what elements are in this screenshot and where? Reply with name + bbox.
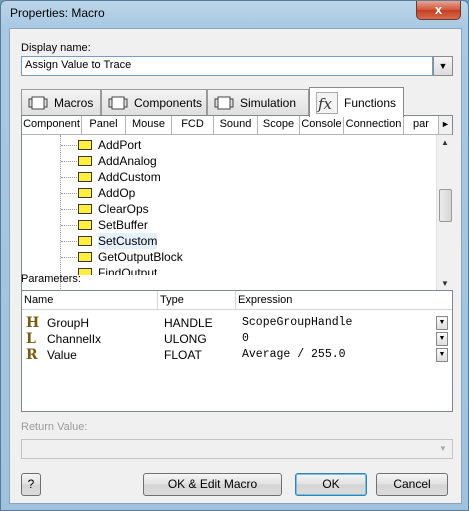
return-value-label: Return Value:: [21, 421, 88, 433]
dialog-client: Display name: Assign Value to Trace ▼ Ma…: [9, 28, 462, 504]
expression-dropdown-button[interactable]: ▼: [436, 348, 448, 362]
expression-dropdown-button[interactable]: ▼: [436, 332, 448, 346]
column-header-name[interactable]: Name: [22, 291, 158, 310]
subtab-mouse[interactable]: Mouse: [126, 116, 172, 134]
tree-connector: [61, 241, 77, 242]
functions-panel: Component Panel Mouse FCD Sound Scope Co…: [21, 115, 453, 293]
parameters-header: Name Type Expression: [22, 291, 452, 310]
tab-functions[interactable]: fx Functions: [309, 87, 404, 117]
ulong-type-icon: L: [26, 331, 36, 347]
return-value-dropdown-icon: ▼: [439, 444, 447, 453]
components-icon: [108, 95, 128, 111]
ok-edit-macro-button[interactable]: OK & Edit Macro: [143, 473, 282, 496]
expression-dropdown-button[interactable]: ▼: [436, 316, 448, 330]
simulation-icon: [214, 95, 234, 111]
properties-window: Properties: Macro x Display name: Assign…: [0, 0, 469, 511]
param-name: Value: [47, 348, 77, 362]
subtab-console[interactable]: Console: [300, 116, 344, 134]
param-type: ULONG: [164, 332, 207, 346]
window-title: Properties: Macro: [10, 6, 105, 20]
param-expression[interactable]: Average / 255.0: [242, 347, 437, 363]
function-icon: [78, 140, 92, 150]
tree-item-setbuffer[interactable]: SetBuffer: [78, 217, 148, 233]
float-type-icon: R: [26, 347, 38, 363]
parameters-label: Parameters:: [21, 273, 81, 285]
return-value-field: ▼: [21, 439, 453, 459]
subtab-panel[interactable]: Panel: [82, 116, 126, 134]
subtab-scope[interactable]: Scope: [258, 116, 300, 134]
param-type: HANDLE: [164, 316, 213, 330]
function-icon: [78, 156, 92, 166]
tree-item-getoutputblock[interactable]: GetOutputBlock: [78, 249, 183, 265]
tab-macros-label: Macros: [54, 96, 94, 110]
table-row[interactable]: H GroupH HANDLE ScopeGroupHandle ▼: [22, 315, 452, 331]
tree-connector: [61, 193, 77, 194]
tab-macros[interactable]: Macros: [21, 89, 101, 116]
tree-item-findoutput[interactable]: FindOutput: [78, 265, 157, 275]
column-header-type[interactable]: Type: [158, 291, 236, 310]
ok-button[interactable]: OK: [295, 473, 367, 496]
function-icon: [78, 188, 92, 198]
display-name-label: Display name:: [21, 42, 91, 54]
tab-functions-label: Functions: [344, 95, 397, 110]
subtab-component[interactable]: Component: [22, 116, 82, 134]
subtab-fcd[interactable]: FCD: [172, 116, 214, 134]
display-name-input[interactable]: Assign Value to Trace: [21, 56, 433, 76]
scrollbar-thumb[interactable]: [439, 189, 452, 222]
tree-connector-line: [60, 135, 61, 293]
tree-item-clearops[interactable]: ClearOps: [78, 201, 149, 217]
column-header-expression[interactable]: Expression: [236, 291, 452, 310]
table-row[interactable]: L ChannelIx ULONG 0 ▼: [22, 331, 452, 347]
cancel-button[interactable]: Cancel: [376, 473, 448, 496]
tab-components-label: Components: [134, 96, 203, 110]
scroll-up-arrow-icon[interactable]: ▲: [437, 135, 453, 151]
parameters-table: Name Type Expression H GroupH HANDLE Sco…: [21, 290, 453, 412]
function-icon: [78, 252, 92, 262]
function-icon: [78, 204, 92, 214]
help-button[interactable]: ?: [21, 473, 41, 496]
function-icon: [78, 220, 92, 230]
tree-connector: [61, 225, 77, 226]
tree-vertical-scrollbar[interactable]: ▲ ▼: [436, 135, 453, 292]
subtab-par[interactable]: par: [404, 116, 438, 134]
tree-item-addop[interactable]: AddOp: [78, 185, 135, 201]
tree-connector: [61, 209, 77, 210]
handle-type-icon: H: [26, 315, 40, 331]
param-expression[interactable]: ScopeGroupHandle: [242, 315, 437, 331]
tree-item-addcustom[interactable]: AddCustom: [78, 169, 161, 185]
tree-item-addport[interactable]: AddPort: [78, 137, 141, 153]
tree-connector: [61, 161, 77, 162]
tree-connector: [61, 177, 77, 178]
subtab-scroll-right-button[interactable]: ►: [438, 116, 452, 134]
function-icon: [78, 172, 92, 182]
svg-text:fx: fx: [317, 95, 333, 113]
tab-components[interactable]: Components: [101, 89, 207, 116]
subtab-strip: Component Panel Mouse FCD Sound Scope Co…: [22, 116, 452, 135]
table-row[interactable]: R Value FLOAT Average / 255.0 ▼: [22, 347, 452, 363]
param-expression[interactable]: 0: [242, 331, 437, 347]
param-name: GroupH: [47, 316, 90, 330]
param-name: ChannelIx: [47, 332, 102, 346]
subtab-connection[interactable]: Connection: [344, 116, 404, 134]
tree-connector: [61, 145, 77, 146]
param-type: FLOAT: [164, 348, 202, 362]
tab-simulation[interactable]: Simulation: [207, 89, 309, 116]
macros-icon: [28, 95, 48, 111]
function-tree: AddPort AddAnalog AddCustom AddOp ClearO…: [22, 135, 436, 293]
tab-simulation-label: Simulation: [240, 96, 297, 110]
functions-icon: fx: [316, 91, 338, 114]
display-name-dropdown-button[interactable]: ▼: [433, 56, 453, 76]
function-icon: [78, 236, 92, 246]
tree-item-setcustom[interactable]: SetCustom: [78, 233, 158, 249]
tree-connector: [61, 257, 77, 258]
tree-item-addanalog[interactable]: AddAnalog: [78, 153, 157, 169]
subtab-sound[interactable]: Sound: [214, 116, 258, 134]
close-button[interactable]: x: [416, 1, 461, 20]
